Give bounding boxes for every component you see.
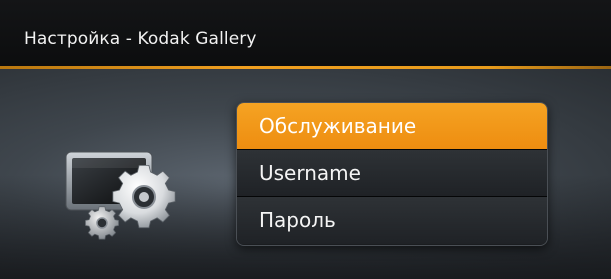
menu-item-label: Username: [259, 161, 361, 185]
settings-menu: Обслуживание Username Пароль: [236, 102, 548, 246]
menu-item-password[interactable]: Пароль: [237, 197, 547, 244]
title-bar: Настройка - Kodak Gallery: [0, 0, 611, 66]
menu-item-username[interactable]: Username: [237, 150, 547, 197]
settings-icon: [60, 140, 180, 240]
menu-item-maintenance[interactable]: Обслуживание: [237, 103, 547, 150]
window-title: Настройка - Kodak Gallery: [24, 29, 257, 49]
menu-item-label: Пароль: [259, 208, 336, 232]
menu-item-label: Обслуживание: [259, 114, 417, 138]
